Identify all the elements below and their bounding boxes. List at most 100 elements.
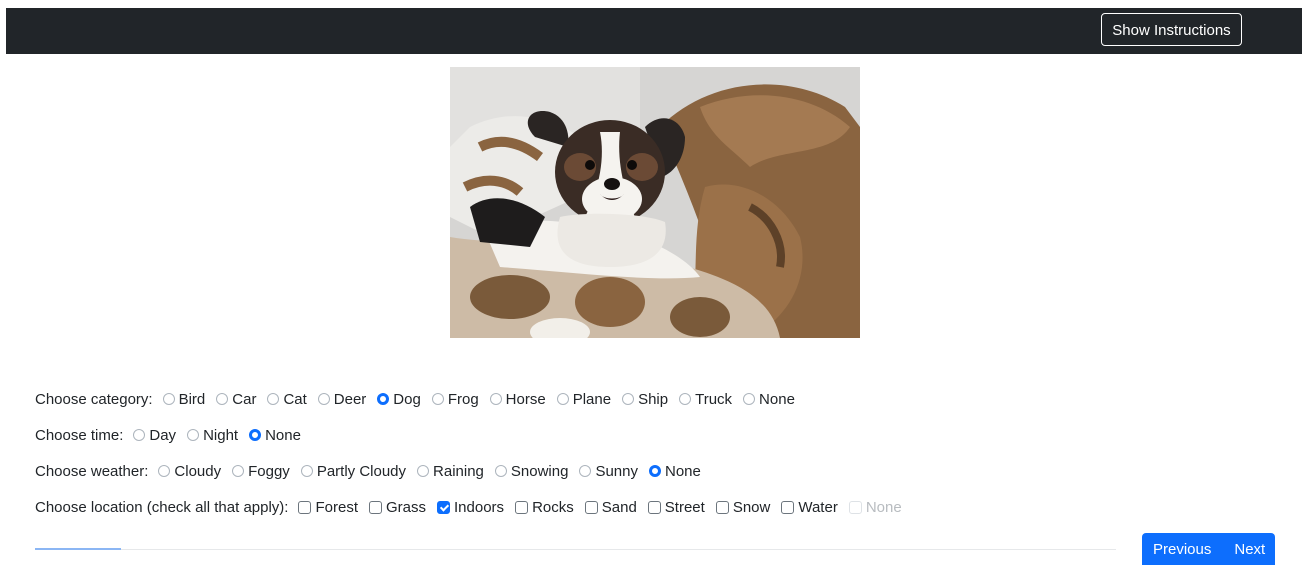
radio-horse[interactable] xyxy=(489,393,502,405)
radio-cat[interactable] xyxy=(267,393,280,405)
progress-fill xyxy=(35,548,122,550)
option-label: Indoors xyxy=(454,498,505,516)
option-rocks[interactable]: Rocks xyxy=(515,499,574,516)
option-label: Foggy xyxy=(248,462,290,480)
option-horse[interactable]: Horse xyxy=(489,390,546,408)
option-label: Rocks xyxy=(532,498,574,516)
radio-night[interactable] xyxy=(187,429,200,441)
option-ship[interactable]: Ship xyxy=(622,391,668,408)
option-label: None xyxy=(865,498,902,516)
option-snow[interactable]: Snow xyxy=(715,498,771,516)
option-label: Horse xyxy=(505,390,546,408)
checkbox-snow[interactable] xyxy=(715,500,729,514)
radio-ship[interactable] xyxy=(622,393,635,405)
radio-day[interactable] xyxy=(133,429,146,441)
option-water[interactable]: Water xyxy=(781,498,838,516)
radio-cloudy[interactable] xyxy=(158,465,171,477)
option-foggy[interactable]: Foggy xyxy=(232,463,290,480)
option-bird[interactable]: Bird xyxy=(162,390,206,408)
option-label: Street xyxy=(664,498,705,516)
option-grass[interactable]: Grass xyxy=(369,499,426,516)
option-label: Plane xyxy=(572,390,612,408)
checkbox-forest[interactable] xyxy=(298,500,312,514)
category-question: Choose category: Bird Car Cat Deer Dog Frog Ho… xyxy=(35,388,806,410)
option-cloudy[interactable]: Cloudy xyxy=(158,463,221,480)
radio-foggy[interactable] xyxy=(232,465,245,477)
radio-none[interactable] xyxy=(249,429,262,441)
option-label: None xyxy=(265,426,301,444)
option-label: None xyxy=(759,390,795,408)
next-button[interactable]: Next xyxy=(1234,541,1265,558)
option-truck[interactable]: Truck xyxy=(679,391,732,408)
checkbox-rocks[interactable] xyxy=(515,500,529,514)
option-label: Bird xyxy=(178,390,206,408)
radio-plane[interactable] xyxy=(556,393,569,405)
task-image xyxy=(450,67,860,338)
option-none: None xyxy=(848,498,902,516)
option-label: Truck xyxy=(695,390,733,408)
option-raining[interactable]: Raining xyxy=(417,463,484,480)
option-cat[interactable]: Cat xyxy=(267,390,307,408)
option-label: Sand xyxy=(601,498,637,516)
option-dog[interactable]: Dog xyxy=(377,391,421,408)
radio-snowing[interactable] xyxy=(494,465,507,477)
location-label: Choose location (check all that apply): xyxy=(35,498,289,516)
option-label: Cat xyxy=(283,390,307,408)
option-label: Deer xyxy=(333,390,367,408)
weather-question: Choose weather: Cloudy Foggy Partly Cloudy… xyxy=(35,460,712,482)
checkbox-water[interactable] xyxy=(781,500,795,514)
show-instructions-button[interactable]: Show Instructions xyxy=(1101,13,1242,46)
radio-deer[interactable] xyxy=(317,393,330,405)
top-navbar: Show Instructions xyxy=(6,8,1302,54)
option-label: Snowing xyxy=(510,462,569,480)
navigation-buttons: Previous Next xyxy=(1142,533,1275,565)
checkbox-grass[interactable] xyxy=(369,500,382,514)
option-deer[interactable]: Deer xyxy=(317,390,367,408)
radio-bird[interactable] xyxy=(162,393,175,405)
radio-raining[interactable] xyxy=(417,465,430,477)
radio-none[interactable] xyxy=(648,465,661,477)
checkbox-street[interactable] xyxy=(647,500,661,514)
option-label: Ship xyxy=(638,390,669,408)
option-night[interactable]: Night xyxy=(187,427,238,444)
radio-sunny[interactable] xyxy=(579,465,592,477)
option-forest[interactable]: Forest xyxy=(298,499,358,516)
weather-label: Choose weather: xyxy=(35,462,149,480)
checkbox-indoors[interactable] xyxy=(437,500,451,514)
radio-none[interactable] xyxy=(743,393,756,405)
radio-partly-cloudy[interactable] xyxy=(300,465,313,477)
checkbox-sand[interactable] xyxy=(584,500,598,514)
option-plane[interactable]: Plane xyxy=(556,390,612,408)
option-label: Dog xyxy=(393,390,421,408)
radio-truck[interactable] xyxy=(679,393,692,405)
option-partly-cloudy[interactable]: Partly Cloudy xyxy=(300,462,407,480)
option-none[interactable]: None xyxy=(648,462,701,480)
option-none[interactable]: None xyxy=(743,391,795,408)
category-label: Choose category: xyxy=(35,390,153,408)
option-label: Night xyxy=(203,426,239,444)
option-label: Grass xyxy=(386,498,427,516)
option-indoors[interactable]: Indoors xyxy=(437,499,504,516)
option-label: Cloudy xyxy=(174,462,222,480)
option-label: None xyxy=(664,462,701,480)
option-label: Snow xyxy=(732,498,771,516)
option-label: Partly Cloudy xyxy=(316,462,407,480)
location-question: Choose location (check all that apply): … xyxy=(35,496,913,518)
previous-button[interactable]: Previous xyxy=(1153,541,1211,558)
option-sand[interactable]: Sand xyxy=(584,498,637,516)
option-sunny[interactable]: Sunny xyxy=(579,463,638,480)
option-none[interactable]: None xyxy=(249,427,301,444)
option-frog[interactable]: Frog xyxy=(431,391,479,408)
time-question: Choose time: Day Night None xyxy=(35,424,312,446)
option-street[interactable]: Street xyxy=(647,498,705,516)
radio-dog[interactable] xyxy=(377,393,390,405)
option-label: Raining xyxy=(433,462,484,480)
radio-frog[interactable] xyxy=(431,393,444,405)
option-label: Forest xyxy=(315,498,358,516)
option-day[interactable]: Day xyxy=(133,427,176,444)
option-label: Day xyxy=(149,426,177,444)
option-snowing[interactable]: Snowing xyxy=(494,462,569,480)
radio-car[interactable] xyxy=(216,393,229,405)
option-car[interactable]: Car xyxy=(216,391,256,408)
option-label: Water xyxy=(798,498,838,516)
